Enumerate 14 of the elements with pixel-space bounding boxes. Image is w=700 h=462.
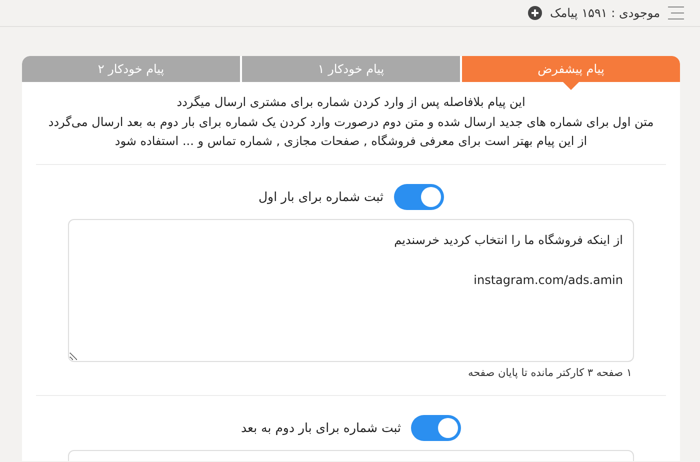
description-text: از این پیام بهتر است برای معرفی فروشگاه , صفحات مجازی , شماره تماس و ... استفاده شود (114, 133, 588, 150)
toggle-label: ثبت شماره برای بار اول (258, 189, 384, 204)
toggle-switch[interactable] (411, 414, 462, 440)
add-icon[interactable] (528, 6, 542, 20)
toggle-label: ثبت شماره برای بار دوم به بعد (241, 420, 402, 435)
toggle-switch[interactable] (394, 184, 444, 210)
tab[interactable]: پیام خودکار ۱ (242, 56, 460, 82)
tab-pointer-icon (563, 82, 579, 90)
character-counter: ۱ صفحه ۳ کارکتر مانده تا پایان صفحه (467, 366, 633, 381)
description-text: متن اول برای شماره های جدید ارسال شده و متن دوم درصورت وارد کردن یک شماره برای بار دوم به بعد ارسال می‌گردد (48, 114, 654, 131)
balance-text: موجودی : ۱۵۹۱ پیامک (550, 6, 660, 20)
tab[interactable]: پیام خودکار ۲ (22, 56, 240, 82)
description-text: این پیام بلافاصله پس از وارد کردن شماره برای مشتری ارسال میگردد (176, 94, 526, 111)
menu-icon[interactable] (668, 6, 684, 20)
